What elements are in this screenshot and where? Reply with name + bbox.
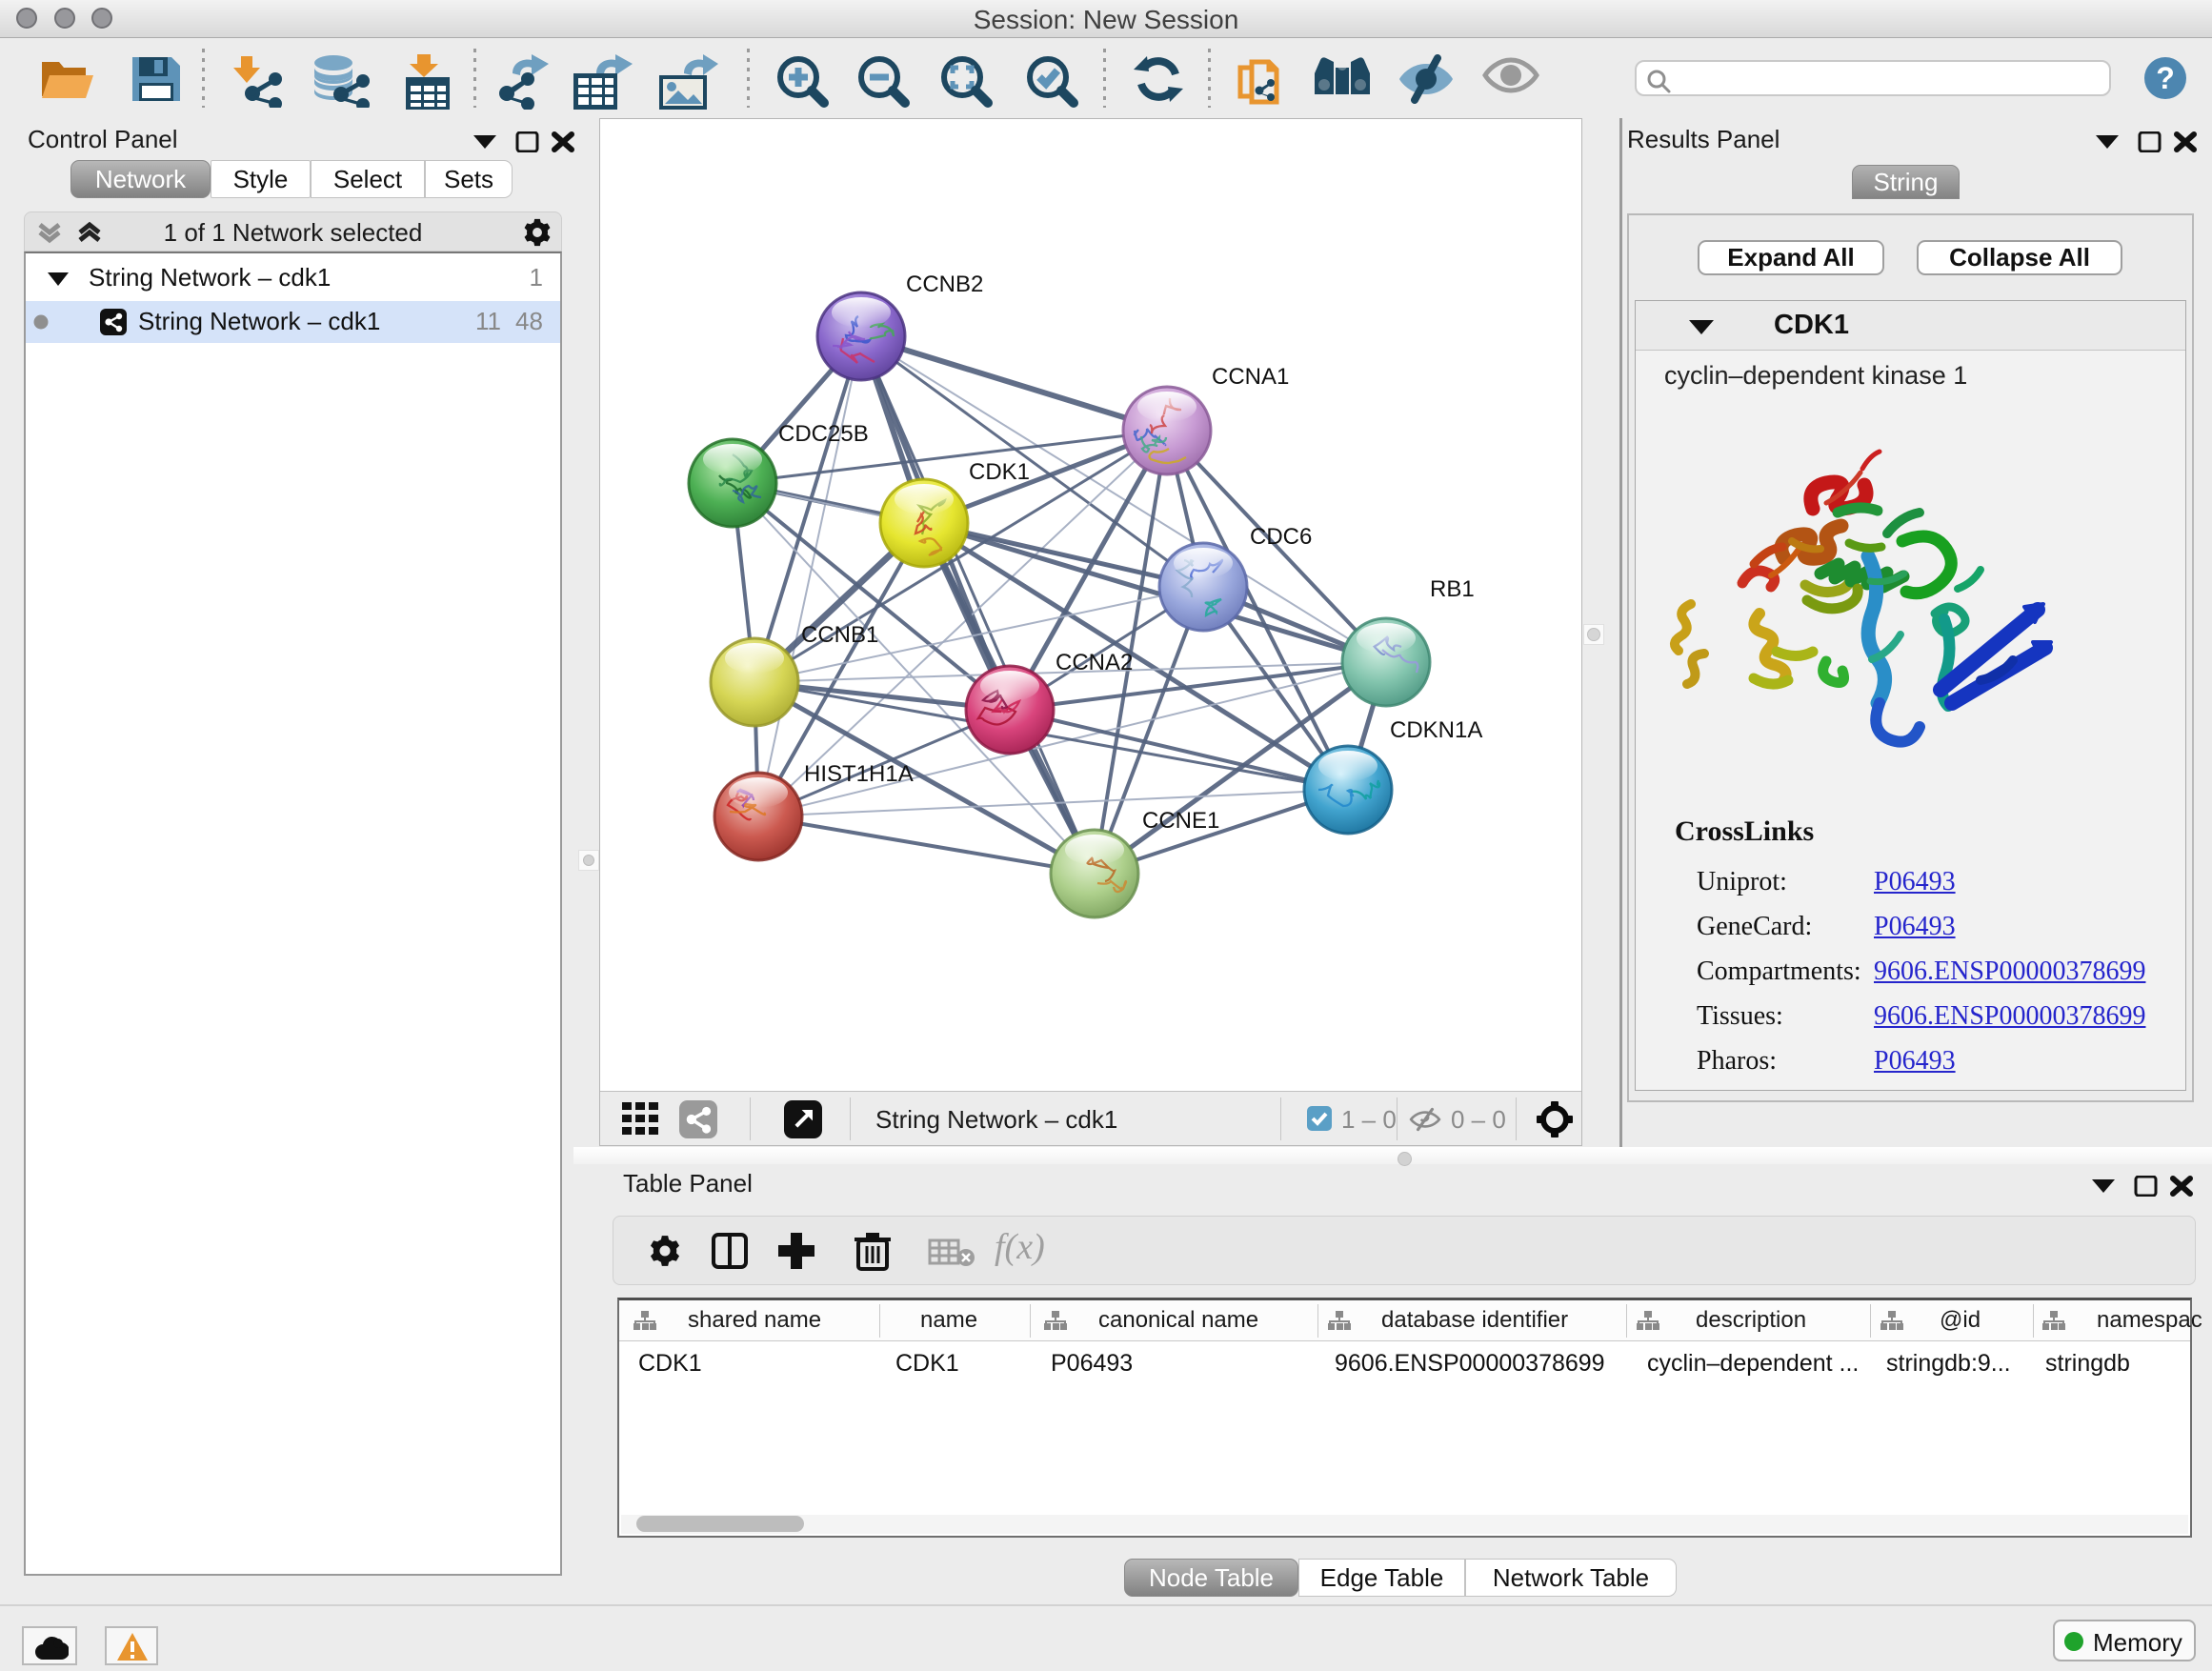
svg-text:?: ? xyxy=(2156,61,2175,95)
svg-text:CCNB1: CCNB1 xyxy=(801,622,878,648)
svg-text:CCNB2: CCNB2 xyxy=(906,272,983,297)
svg-text:CCNA1: CCNA1 xyxy=(1212,364,1289,390)
svg-text:CDC25B: CDC25B xyxy=(778,421,869,447)
svg-text:CDK1: CDK1 xyxy=(969,459,1030,485)
svg-text:RB1: RB1 xyxy=(1430,576,1475,602)
svg-text:CCNE1: CCNE1 xyxy=(1142,808,1219,834)
svg-text:HIST1H1A: HIST1H1A xyxy=(804,761,914,787)
svg-text:CCNA2: CCNA2 xyxy=(1056,650,1133,675)
svg-text:CDC6: CDC6 xyxy=(1250,524,1312,550)
svg-text:CDKN1A: CDKN1A xyxy=(1390,717,1482,743)
